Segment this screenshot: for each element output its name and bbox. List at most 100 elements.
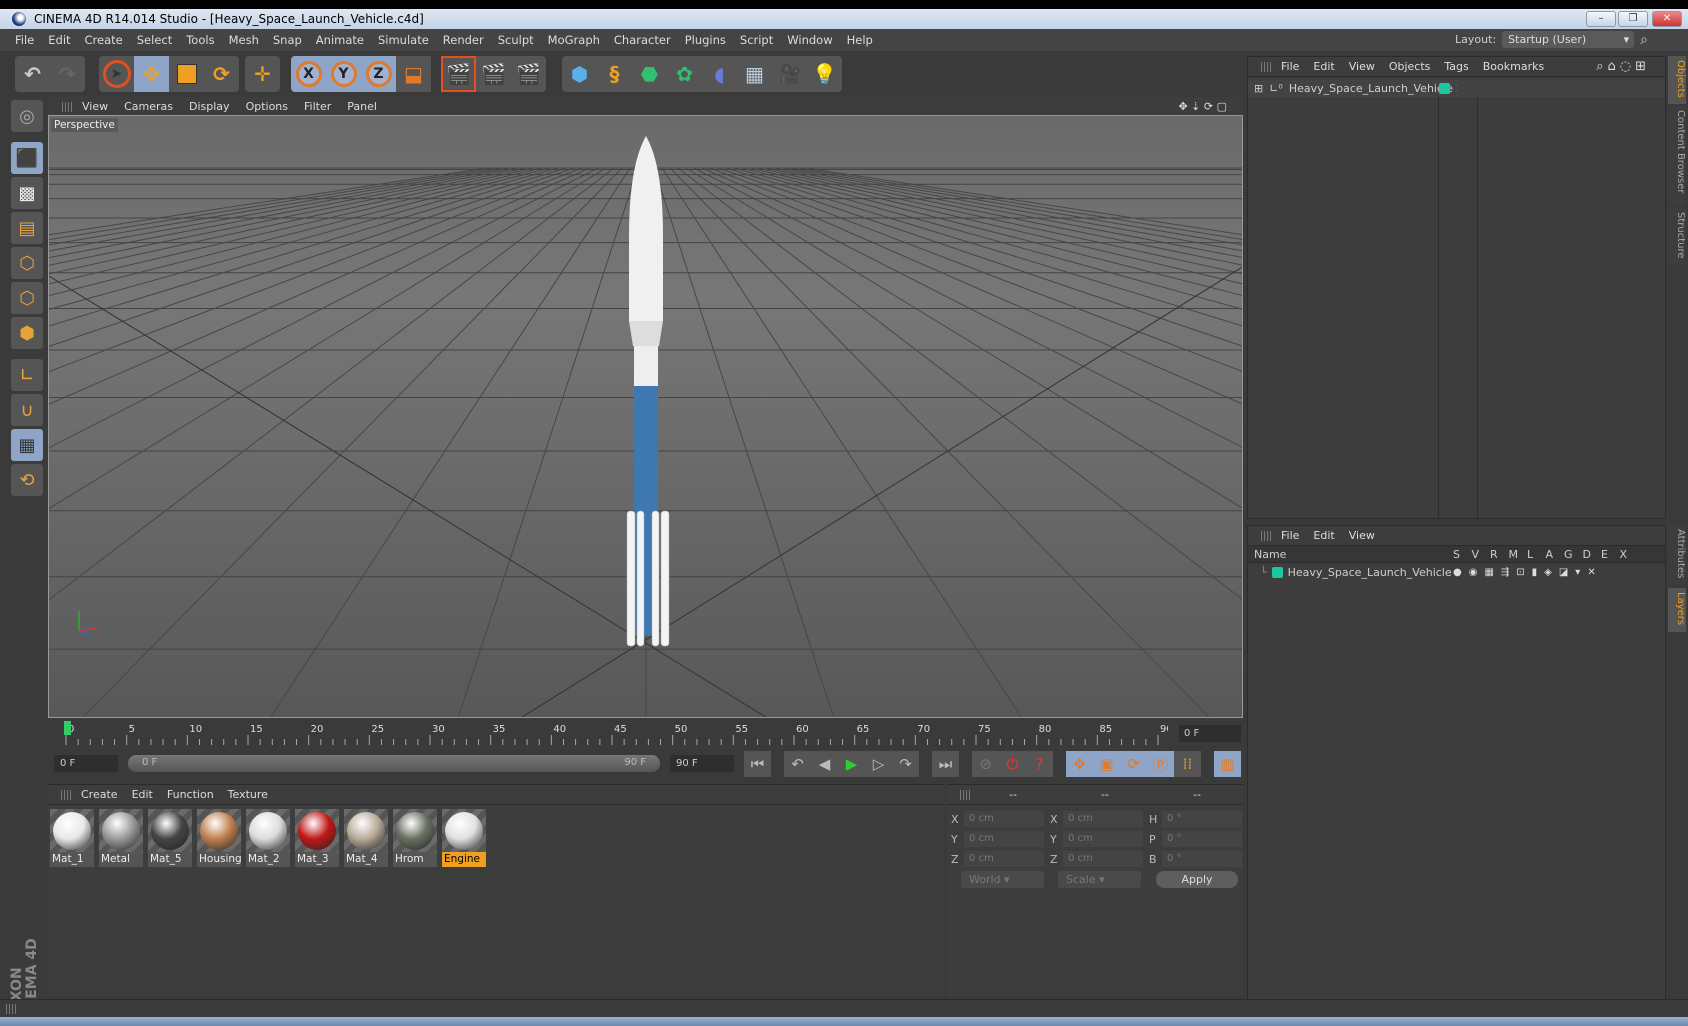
object-menu-bookmarks[interactable]: Bookmarks <box>1483 60 1544 73</box>
layer-menu-view[interactable]: View <box>1349 529 1375 542</box>
coord-field[interactable]: 0 cm <box>964 811 1044 827</box>
visibility-dots-icon[interactable]: ⁚ <box>1455 84 1458 93</box>
column-s[interactable]: S <box>1453 548 1460 561</box>
column-name[interactable]: Name <box>1254 548 1286 561</box>
coord-field[interactable]: 0 cm <box>1063 811 1143 827</box>
material-mat_5[interactable]: Mat_5 <box>148 809 192 867</box>
menu-character[interactable]: Character <box>614 33 671 47</box>
key-position-icon[interactable]: ✥ <box>1066 751 1093 777</box>
timeline-scheme-icon[interactable]: ▥ <box>1214 751 1241 777</box>
menu-animate[interactable]: Animate <box>316 33 364 47</box>
frame-range-slider[interactable]: 0 F 90 F <box>128 755 660 772</box>
coord-field[interactable]: 0 cm <box>1063 851 1143 867</box>
timeline-ruler[interactable]: 051015202530354045505560657075808590 <box>58 721 1168 747</box>
viewport-menu-filter[interactable]: Filter <box>304 100 331 113</box>
spline-icon[interactable]: § <box>597 56 632 92</box>
viewport-menu-display[interactable]: Display <box>189 100 230 113</box>
z-axis-icon[interactable]: Z <box>361 56 396 92</box>
light-icon[interactable]: 💡 <box>807 56 842 92</box>
render-view-icon[interactable]: 🎬 <box>441 56 476 92</box>
go-to-end-icon[interactable]: ⏭ <box>932 751 959 777</box>
menu-mesh[interactable]: Mesh <box>229 33 259 47</box>
menu-render[interactable]: Render <box>443 33 484 47</box>
material-menu-edit[interactable]: Edit <box>132 788 153 801</box>
column-d[interactable]: D <box>1583 548 1591 561</box>
layout-dropdown[interactable]: Startup (User) ▾ <box>1502 31 1635 48</box>
rocket-model[interactable] <box>626 136 670 647</box>
floor-icon[interactable]: ▦ <box>737 56 772 92</box>
expand-icon[interactable]: ⊞ <box>1254 82 1263 95</box>
render-settings-icon[interactable]: 🎬 <box>511 56 546 92</box>
key-scale-icon[interactable]: ▣ <box>1093 751 1120 777</box>
timeline[interactable]: 051015202530354045505560657075808590 0 F <box>48 721 1243 747</box>
object-menu-edit[interactable]: Edit <box>1313 60 1334 73</box>
start-frame-field[interactable]: 0 F <box>54 755 118 772</box>
column-v[interactable]: V <box>1472 548 1480 561</box>
menu-window[interactable]: Window <box>787 33 832 47</box>
transform-mode-dropdown[interactable]: Scale ▾ <box>1058 871 1141 888</box>
tab-structure[interactable]: Structure <box>1668 208 1686 264</box>
next-key-icon[interactable]: ↷ <box>892 751 919 777</box>
deformer-icon[interactable]: ◖ <box>702 56 737 92</box>
coord-field[interactable]: 0 cm <box>1063 831 1143 847</box>
go-to-start-icon[interactable]: ⏮ <box>744 751 771 777</box>
next-frame-icon[interactable]: ▷ <box>865 751 892 777</box>
key-rotation-icon[interactable]: ⟳ <box>1120 751 1147 777</box>
coord-field[interactable]: 0 cm <box>964 851 1044 867</box>
restore-button[interactable]: ❐ <box>1618 11 1648 27</box>
object-menu-tags[interactable]: Tags <box>1444 60 1468 73</box>
column-a[interactable]: A <box>1546 548 1554 561</box>
object-name[interactable]: Heavy_Space_Launch_Vehicle <box>1289 82 1453 95</box>
key-parameter-icon[interactable]: Ⓟ <box>1147 751 1174 777</box>
viewport-menu-view[interactable]: View <box>82 100 108 113</box>
menu-help[interactable]: Help <box>847 33 873 47</box>
menu-snap[interactable]: Snap <box>273 33 302 47</box>
keyframe-selection-icon[interactable]: ? <box>1026 751 1053 777</box>
key-pla-icon[interactable]: ⁞⁞ <box>1174 751 1201 777</box>
previous-frame-icon[interactable]: ◀ <box>811 751 838 777</box>
column-x[interactable]: X <box>1620 548 1628 561</box>
playhead[interactable] <box>64 721 71 735</box>
material-menu-function[interactable]: Function <box>167 788 214 801</box>
model-mode-icon[interactable]: ⬛ <box>11 142 43 174</box>
material-metal[interactable]: Metal <box>99 809 143 867</box>
layer-name[interactable]: Heavy_Space_Launch_Vehicle <box>1288 566 1452 579</box>
cube-icon[interactable]: ⬢ <box>562 56 597 92</box>
coord-field[interactable]: 0 ° <box>1162 811 1242 827</box>
manager-tools-icons[interactable]: ⌕⌂◌⊞ <box>1596 59 1650 74</box>
end-frame-field[interactable]: 90 F <box>670 755 734 772</box>
x-axis-icon[interactable]: X <box>291 56 326 92</box>
camera-icon[interactable]: 🎥 <box>772 56 807 92</box>
menu-simulate[interactable]: Simulate <box>378 33 429 47</box>
viewport-menu-cameras[interactable]: Cameras <box>124 100 173 113</box>
column-r[interactable]: R <box>1490 548 1498 561</box>
menu-sculpt[interactable]: Sculpt <box>498 33 534 47</box>
scale-tool-icon[interactable] <box>169 56 204 92</box>
layer-menu-file[interactable]: File <box>1281 529 1299 542</box>
points-mode-icon[interactable]: ⬡ <box>11 247 43 279</box>
select-tool-icon[interactable]: ➤ <box>99 56 134 92</box>
viewport-menu-options[interactable]: Options <box>246 100 288 113</box>
undo-icon[interactable]: ↶ <box>15 56 50 92</box>
tab-objects[interactable]: Objects <box>1668 56 1686 104</box>
menu-edit[interactable]: Edit <box>48 33 70 47</box>
polygons-mode-icon[interactable]: ⬢ <box>11 317 43 349</box>
record-keys-disabled-icon[interactable]: ⊘ <box>972 751 999 777</box>
render-picture-viewer-icon[interactable]: 🎬 <box>476 56 511 92</box>
mograph-cloner-icon[interactable]: ✿ <box>667 56 702 92</box>
apply-button[interactable]: Apply <box>1156 871 1238 888</box>
column-e[interactable]: E <box>1601 548 1608 561</box>
tab-content-browser[interactable]: Content Browser <box>1668 106 1686 206</box>
object-menu-objects[interactable]: Objects <box>1389 60 1431 73</box>
coord-field[interactable]: 0 ° <box>1162 851 1242 867</box>
current-frame-field[interactable]: 0 F <box>1179 725 1241 742</box>
object-menu-view[interactable]: View <box>1349 60 1375 73</box>
menu-plugins[interactable]: Plugins <box>685 33 726 47</box>
material-menu-texture[interactable]: Texture <box>228 788 268 801</box>
column-m[interactable]: M <box>1509 548 1519 561</box>
material-menu-create[interactable]: Create <box>81 788 118 801</box>
layer-menu-edit[interactable]: Edit <box>1313 529 1334 542</box>
object-menu-file[interactable]: File <box>1281 60 1299 73</box>
rotate-tool-icon[interactable]: ⟳ <box>204 56 239 92</box>
column-g[interactable]: G <box>1564 548 1573 561</box>
